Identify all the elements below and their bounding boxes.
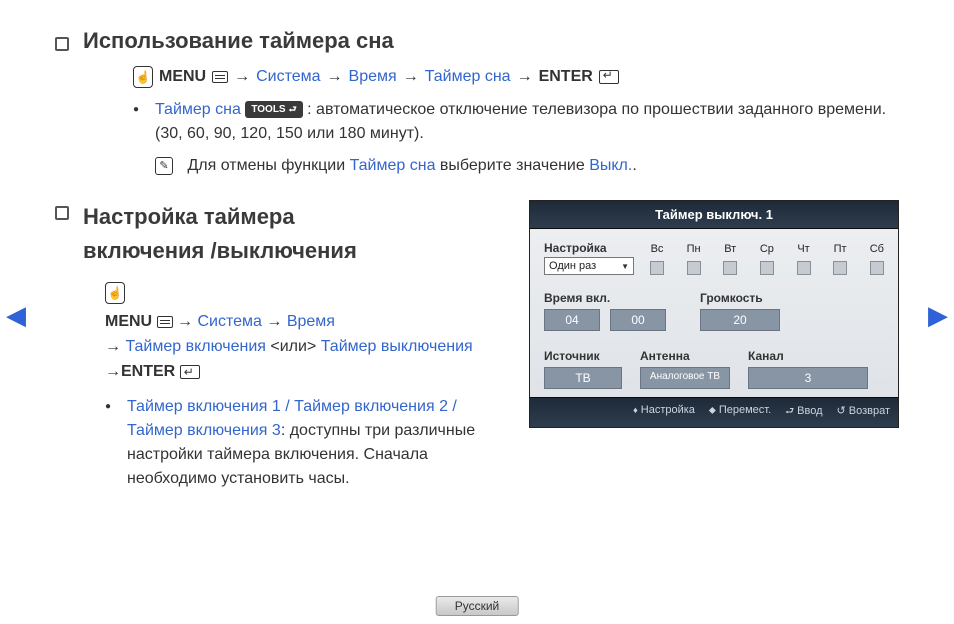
arrow-icon: → [234, 68, 250, 86]
footer-move: Перемест. [709, 404, 771, 421]
crumb-on: Таймер включения [125, 338, 265, 355]
panel-title: Таймер выключ. 1 [530, 201, 898, 229]
antenna-label: Антенна [640, 349, 730, 363]
panel-footer: Настройка Перемест. Ввод Возврат [530, 397, 898, 427]
crumb-system: Система [256, 68, 320, 86]
sleep-note: Для отмены функции Таймер сна выберите з… [155, 154, 899, 178]
channel-value[interactable]: 3 [748, 367, 868, 389]
arrow-icon: → [403, 68, 419, 86]
menu-icon [212, 71, 228, 83]
section1-title-text: Использование таймера сна [83, 28, 394, 54]
day-sat[interactable]: Сб [870, 243, 884, 275]
crumb-time2: Время [287, 313, 335, 330]
note-icon [155, 157, 173, 175]
section2-title-l1: Настройка таймера [83, 200, 357, 234]
enter-label2: ENTER [121, 363, 175, 380]
square-bullet-icon [55, 206, 69, 220]
day-thu[interactable]: Чт [797, 243, 811, 275]
crumb-sleep: Таймер сна [425, 68, 511, 86]
language-badge: Русский [436, 596, 519, 616]
setting-dropdown[interactable]: Один раз ▼ [544, 257, 634, 275]
day-tue[interactable]: Вт [723, 243, 737, 275]
days-row: Вс Пн Вт Ср Чт Пт Сб [650, 241, 884, 275]
onoff-bullet: Таймер включения 1 / Таймер включения 2 … [105, 395, 507, 491]
note-off: Выкл. [589, 157, 632, 174]
crumb-off: Таймер выключения [321, 338, 473, 355]
source-value[interactable]: ТВ [544, 367, 622, 389]
square-bullet-icon [55, 37, 69, 51]
crumb-system2: Система [197, 313, 261, 330]
section2-title-l2: включения /выключения [83, 234, 357, 268]
volume-value[interactable]: 20 [700, 309, 780, 331]
note-mid: выберите значение [440, 157, 589, 174]
crumb-time: Время [349, 68, 397, 86]
enter-label: ENTER [539, 68, 593, 86]
nav-prev-arrow[interactable]: ◀ [6, 300, 26, 331]
antenna-value[interactable]: Аналоговое ТВ [640, 367, 730, 389]
tools-chip: TOOLS [245, 101, 302, 118]
day-fri[interactable]: Пт [833, 243, 847, 275]
time-mm[interactable]: 00 [610, 309, 666, 331]
day-sun[interactable]: Вс [650, 243, 664, 275]
setting-value: Один раз [549, 260, 596, 272]
hand-icon [133, 66, 153, 88]
day-wed[interactable]: Ср [760, 243, 774, 275]
note-pre: Для отмены функции [187, 157, 349, 174]
section-onoff-title: Настройка таймера включения /выключения [55, 200, 507, 268]
footer-setting: Настройка [633, 404, 695, 421]
timer-panel: Таймер выключ. 1 Настройка Один раз ▼ Вс… [529, 200, 899, 428]
sleep-desc: Таймер сна TOOLS : автоматическое отключ… [133, 98, 899, 146]
time-label: Время вкл. [544, 291, 666, 305]
day-mon[interactable]: Пн [687, 243, 701, 275]
section-sleep-timer-title: Использование таймера сна [55, 28, 899, 54]
enter-icon [599, 70, 619, 84]
setting-label: Настройка [544, 241, 640, 255]
menu-icon [157, 316, 173, 328]
arrow-icon: → [517, 68, 533, 86]
hand-icon [105, 282, 125, 304]
menu-label2: MENU [105, 313, 152, 330]
footer-return: Возврат [837, 404, 890, 421]
enter-icon [180, 365, 200, 379]
footer-enter: Ввод [785, 404, 822, 421]
menu-label: MENU [159, 68, 206, 86]
breadcrumb-sleep: MENU → Система → Время → Таймер сна → EN… [133, 66, 899, 88]
nav-next-arrow[interactable]: ▶ [928, 300, 948, 331]
source-label: Источник [544, 349, 622, 363]
time-hh[interactable]: 04 [544, 309, 600, 331]
breadcrumb-onoff: MENU → Система → Время → Таймер включени… [105, 282, 507, 384]
channel-label: Канал [748, 349, 784, 363]
volume-label: Громкость [700, 291, 780, 305]
arrow-icon: → [327, 68, 343, 86]
chevron-down-icon: ▼ [621, 262, 629, 271]
sleep-link: Таймер сна [155, 101, 241, 118]
note-link: Таймер сна [350, 157, 436, 174]
crumb-or: <или> [270, 338, 316, 355]
